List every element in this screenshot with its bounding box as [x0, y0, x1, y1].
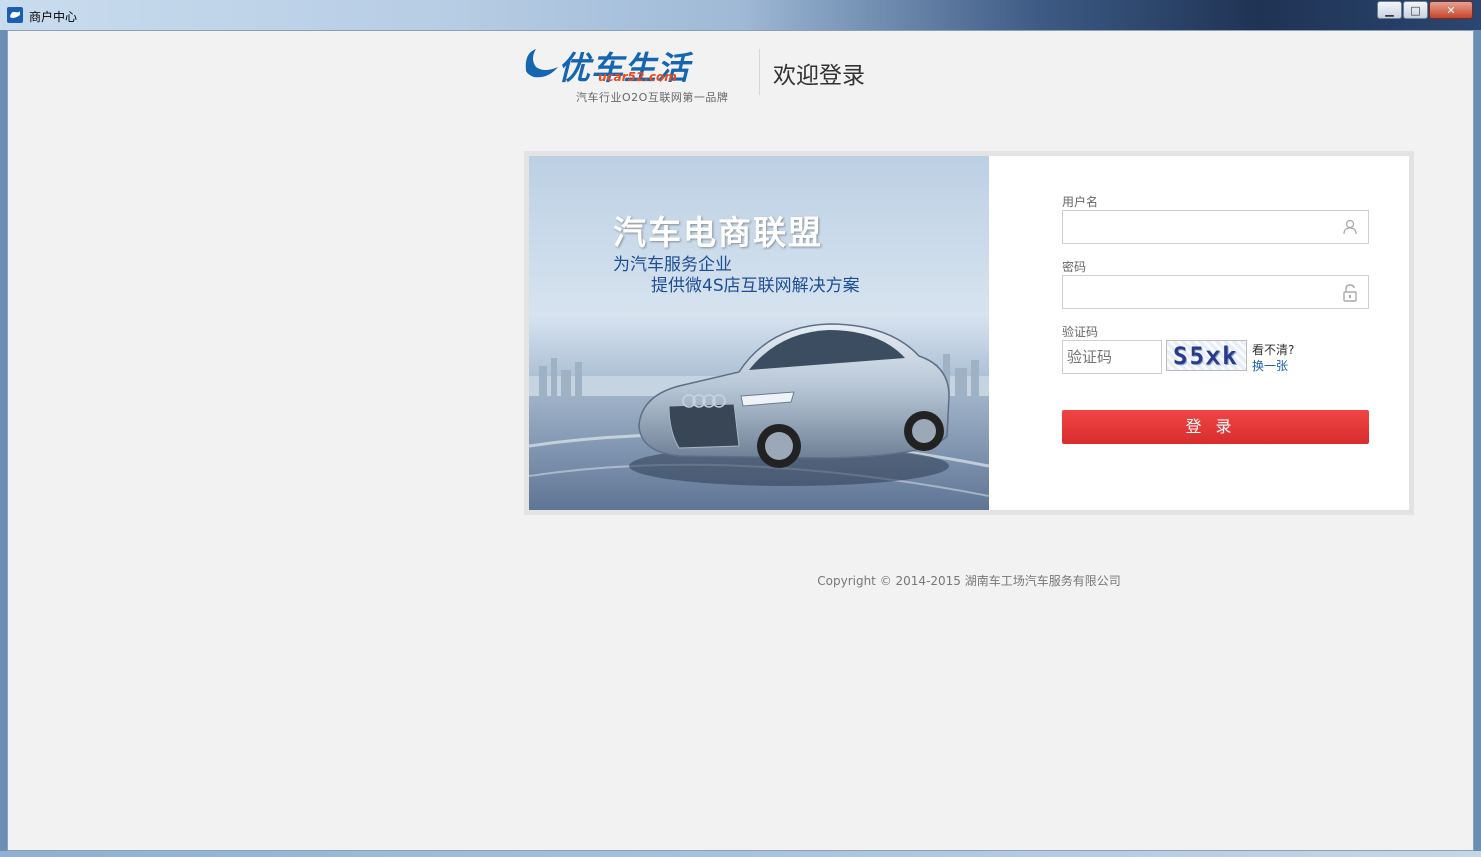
copyright: Copyright © 2014-2015 湖南车工场汽车服务有限公司: [817, 574, 1121, 588]
username-field[interactable]: [1062, 210, 1369, 244]
app-icon: [7, 7, 23, 23]
car-image: [529, 323, 989, 510]
window-controls: ▁ □ ✕: [1376, 1, 1473, 19]
login-panel: 汽车电商联盟 为汽车服务企业 提供微4S店互联网解决方案 用户名 密码 验证码 …: [524, 151, 1414, 515]
maximize-button[interactable]: □: [1403, 1, 1428, 19]
login-page: 优车生活 ucar52.com 汽车行业O2O互联网第一品牌 欢迎登录 汽车电商…: [7, 30, 1474, 851]
captcha-label: 验证码: [1062, 325, 1099, 339]
password-input[interactable]: [1063, 276, 1333, 308]
lock-icon: [1343, 284, 1357, 302]
close-button[interactable]: ✕: [1429, 1, 1473, 19]
login-button[interactable]: 登录: [1062, 410, 1369, 444]
logo: 优车生活 ucar52.com 汽车行业O2O互联网第一品牌: [522, 41, 742, 104]
captcha-refresh-link[interactable]: 换一张: [1252, 357, 1288, 374]
username-input[interactable]: [1063, 211, 1333, 243]
window-title-bar[interactable]: 商户中心 ▁ □ ✕: [0, 0, 1481, 30]
banner-title: 汽车电商联盟: [613, 213, 823, 252]
banner-subtitle-2: 提供微4S店互联网解决方案: [651, 276, 860, 296]
minimize-button[interactable]: ▁: [1377, 1, 1402, 19]
captcha-input[interactable]: [1062, 340, 1162, 374]
username-label: 用户名: [1062, 195, 1099, 209]
logo-slogan: 汽车行业O2O互联网第一品牌: [576, 91, 729, 104]
captcha-image[interactable]: S5ⅹk: [1166, 340, 1247, 371]
window-bottom-border: [0, 851, 1481, 857]
window-title: 商户中心: [29, 10, 78, 24]
login-form: 用户名 密码 验证码 验证码 S5ⅹk 看不清? 换一张 登录: [1062, 156, 1402, 510]
password-field[interactable]: [1062, 275, 1369, 309]
header-divider: [759, 49, 760, 95]
page-title: 欢迎登录: [773, 63, 865, 89]
user-icon: [1343, 219, 1357, 235]
logo-swoosh-icon: [525, 49, 558, 78]
captcha-unclear-text: 看不清?: [1252, 343, 1295, 357]
captcha-image-text: S5ⅹk: [1173, 342, 1239, 370]
password-label: 密码: [1062, 260, 1087, 274]
logo-domain: ucar52.com: [598, 70, 677, 84]
promo-banner: 汽车电商联盟 为汽车服务企业 提供微4S店互联网解决方案: [529, 156, 989, 510]
